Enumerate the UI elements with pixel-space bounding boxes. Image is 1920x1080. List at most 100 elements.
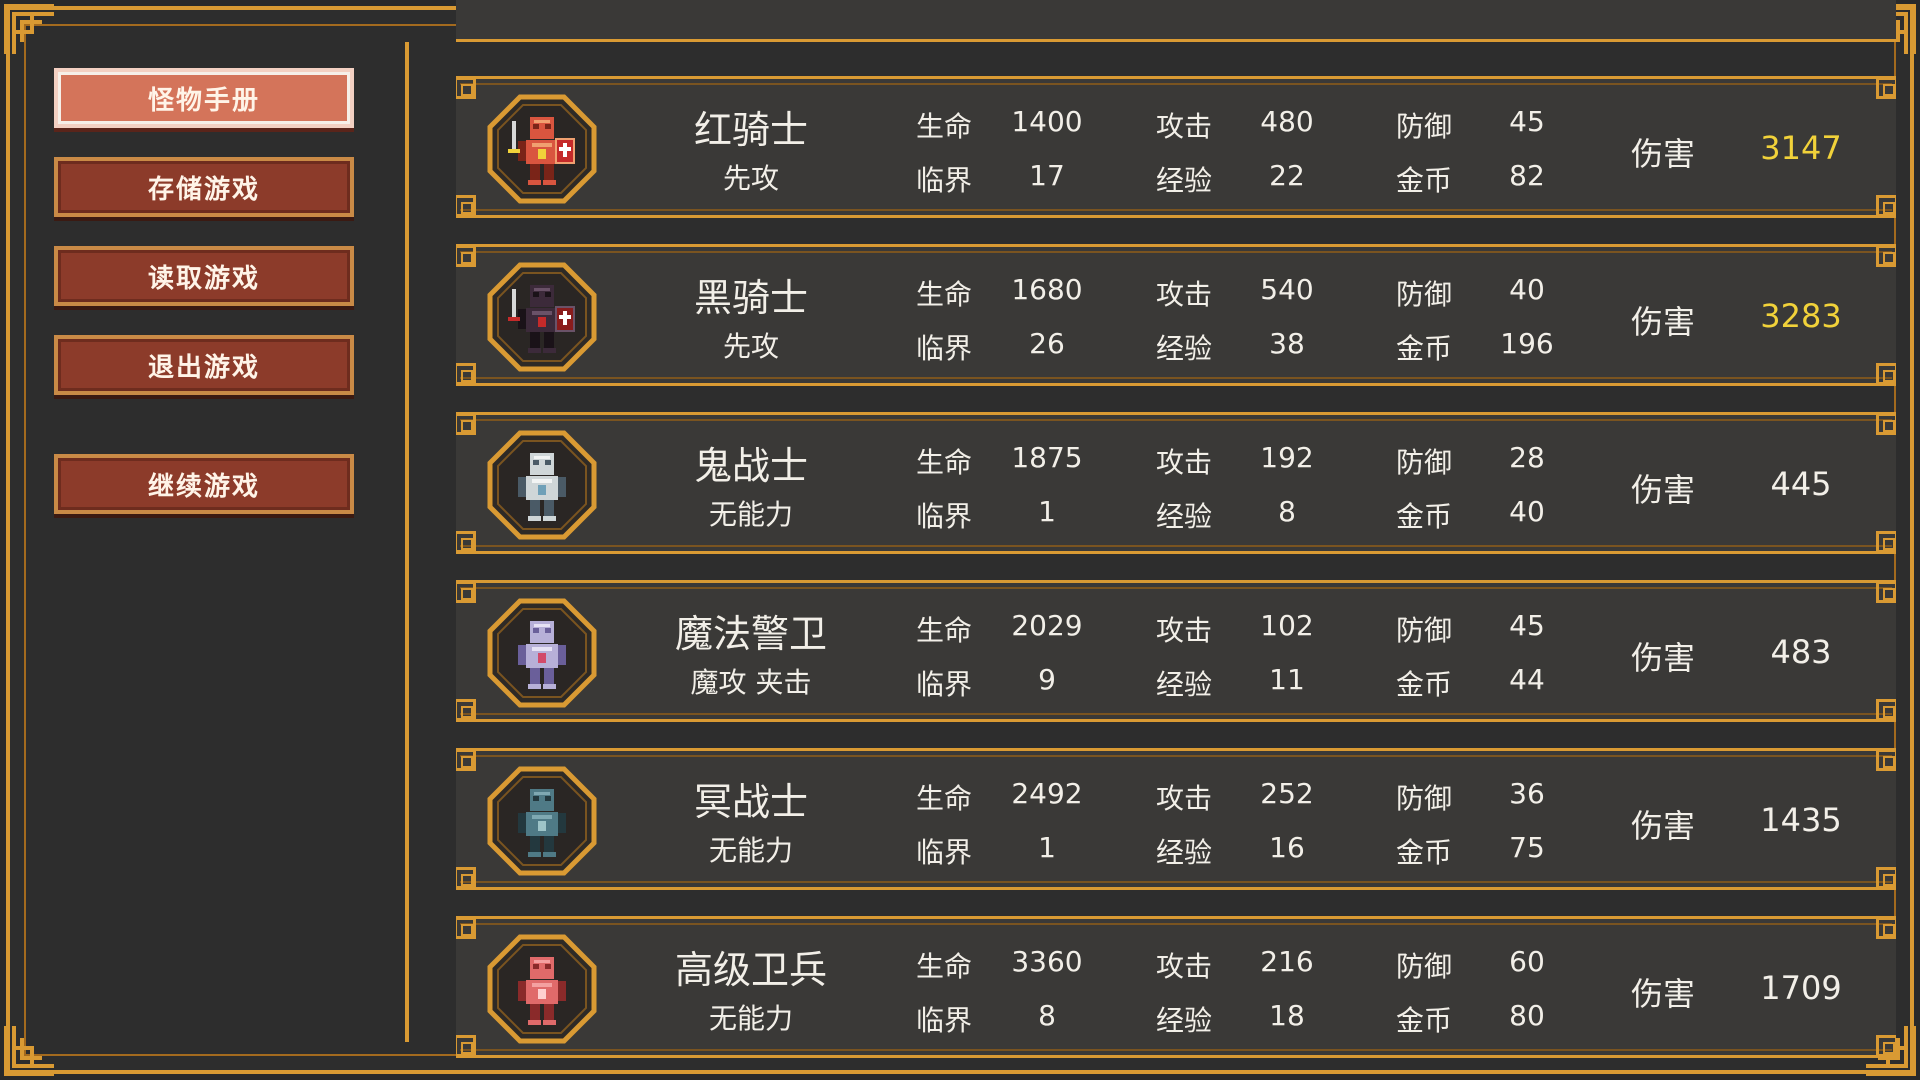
monster-list[interactable]: 红骑士 先攻 生命 1400 攻击 480 防御 45 临界 17 经验 22 … (456, 0, 1896, 1080)
exp-value: 22 (1269, 159, 1305, 192)
row-corner-ornament (456, 363, 476, 385)
crit-label: 临界 (915, 836, 972, 869)
atk-value: 540 (1260, 273, 1314, 306)
atk-value: 252 (1260, 777, 1314, 810)
exp-label: 经验 (1155, 668, 1212, 701)
row-corner-ornament (1876, 363, 1896, 385)
monster-row[interactable]: 鬼战士 无能力 生命 1875 攻击 192 防御 28 临界 1 经验 8 金… (456, 412, 1896, 554)
exit-game-button[interactable]: 退出游戏 (54, 335, 354, 395)
def-label: 防御 (1395, 782, 1452, 815)
damage-label: 伤害 (1631, 639, 1696, 677)
save-game-button[interactable]: 存储游戏 (54, 157, 354, 217)
exp-value: 18 (1269, 999, 1305, 1032)
exp-value: 16 (1269, 831, 1305, 864)
gold-label: 金币 (1395, 332, 1452, 365)
row-corner-ornament (456, 245, 476, 267)
damage-label: 伤害 (1631, 807, 1696, 845)
gold-value: 44 (1509, 663, 1545, 696)
row-corner-ornament (1876, 867, 1896, 889)
def-label: 防御 (1395, 950, 1452, 983)
hp-value: 1875 (1011, 441, 1083, 474)
hp-value: 2492 (1011, 777, 1083, 810)
load-game-button[interactable]: 读取游戏 (54, 246, 354, 306)
monster-row[interactable]: 红骑士 先攻 生命 1400 攻击 480 防御 45 临界 17 经验 22 … (456, 76, 1896, 218)
monster-name: 黑骑士 (693, 276, 808, 320)
row-corner-ornament (1876, 749, 1896, 771)
exp-label: 经验 (1155, 164, 1212, 197)
corner-ornament-icon (2, 2, 58, 58)
partial-row (456, 0, 1896, 42)
continue-game-button[interactable]: 继续游戏 (54, 454, 354, 514)
exp-value: 8 (1278, 495, 1296, 528)
hp-label: 生命 (915, 782, 972, 815)
row-corner-ornament (1876, 917, 1896, 939)
monster-name: 魔法警卫 (674, 612, 827, 656)
hp-value: 3360 (1011, 945, 1083, 978)
gold-label: 金币 (1395, 1004, 1452, 1037)
hp-value: 1680 (1011, 273, 1083, 306)
hp-value: 2029 (1011, 609, 1083, 642)
damage-value: 1709 (1760, 969, 1842, 1007)
monster-row[interactable]: 黑骑士 先攻 生命 1680 攻击 540 防御 40 临界 26 经验 38 … (456, 244, 1896, 386)
row-corner-ornament (456, 867, 476, 889)
damage-value: 3147 (1760, 129, 1842, 167)
row-corner-ornament (1876, 77, 1896, 99)
gold-value: 82 (1509, 159, 1545, 192)
row-corner-ornament (456, 413, 476, 435)
crit-label: 临界 (915, 332, 972, 365)
hp-label: 生命 (915, 950, 972, 983)
monster-ability: 先攻 (722, 162, 779, 195)
exp-label: 经验 (1155, 332, 1212, 365)
gold-value: 196 (1500, 327, 1554, 360)
atk-value: 216 (1260, 945, 1314, 978)
row-corner-ornament (456, 195, 476, 217)
hp-label: 生命 (915, 446, 972, 479)
row-corner-ornament (1876, 195, 1896, 217)
def-value: 45 (1509, 105, 1545, 138)
def-label: 防御 (1395, 278, 1452, 311)
monster-row[interactable]: 高级卫兵 无能力 生命 3360 攻击 216 防御 60 临界 8 经验 18… (456, 916, 1896, 1058)
row-corner-ornament (456, 77, 476, 99)
atk-value: 480 (1260, 105, 1314, 138)
def-value: 36 (1509, 777, 1545, 810)
monster-name: 高级卫兵 (674, 948, 827, 992)
exp-value: 38 (1269, 327, 1305, 360)
def-value: 40 (1509, 273, 1545, 306)
atk-label: 攻击 (1155, 446, 1212, 479)
damage-value: 1435 (1760, 801, 1842, 839)
monster-manual-button[interactable]: 怪物手册 (54, 68, 354, 128)
gold-label: 金币 (1395, 668, 1452, 701)
monster-ability: 无能力 (708, 834, 793, 867)
row-corner-ornament (1876, 699, 1896, 721)
monster-row[interactable]: 魔法警卫 魔攻 夹击 生命 2029 攻击 102 防御 45 临界 9 经验 … (456, 580, 1896, 722)
gold-label: 金币 (1395, 164, 1452, 197)
crit-label: 临界 (915, 1004, 972, 1037)
crit-label: 临界 (915, 164, 972, 197)
gold-value: 80 (1509, 999, 1545, 1032)
monster-ability: 无能力 (708, 498, 793, 531)
hp-label: 生命 (915, 278, 972, 311)
row-corner-ornament (1876, 245, 1896, 267)
row-corner-ornament (456, 531, 476, 553)
damage-value: 3283 (1760, 297, 1842, 335)
gold-label: 金币 (1395, 836, 1452, 869)
monster-row[interactable]: 冥战士 无能力 生命 2492 攻击 252 防御 36 临界 1 经验 16 … (456, 748, 1896, 890)
row-corner-ornament (1876, 1035, 1896, 1057)
crit-value: 9 (1038, 663, 1056, 696)
row-corner-ornament (1876, 581, 1896, 603)
nether-warrior-icon (486, 765, 598, 877)
damage-label: 伤害 (1631, 303, 1696, 341)
atk-label: 攻击 (1155, 614, 1212, 647)
row-corner-ornament (1876, 531, 1896, 553)
crit-value: 1 (1038, 831, 1056, 864)
exp-label: 经验 (1155, 836, 1212, 869)
hp-label: 生命 (915, 614, 972, 647)
hp-value: 1400 (1011, 105, 1083, 138)
atk-label: 攻击 (1155, 782, 1212, 815)
senior-guard-icon (486, 933, 598, 1045)
monster-name: 鬼战士 (693, 444, 808, 488)
def-value: 28 (1509, 441, 1545, 474)
crit-label: 临界 (915, 668, 972, 701)
monster-ability: 先攻 (722, 330, 779, 363)
atk-value: 192 (1260, 441, 1314, 474)
